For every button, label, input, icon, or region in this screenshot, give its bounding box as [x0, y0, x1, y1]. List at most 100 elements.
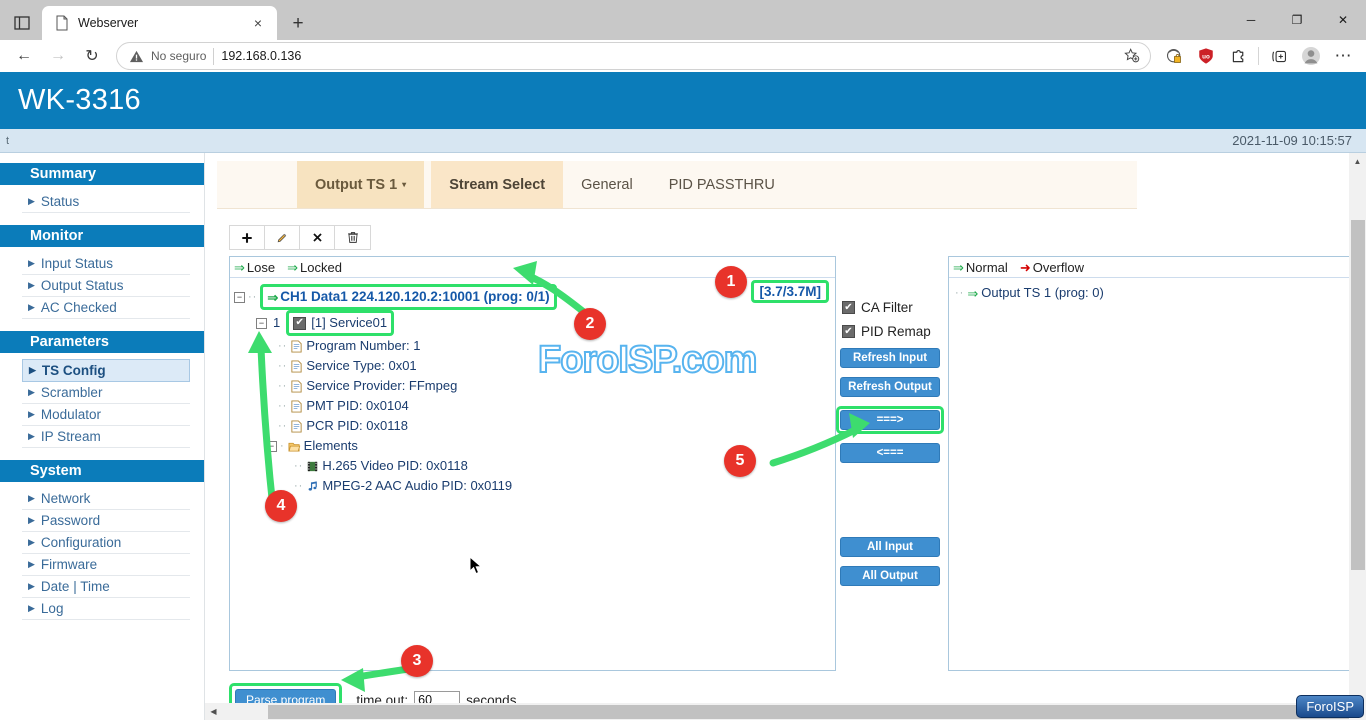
collapse-toggle-icon[interactable]: −: [234, 292, 245, 303]
collections-icon[interactable]: [1264, 41, 1294, 71]
sidebar-item-network[interactable]: ▶ Network: [22, 488, 190, 510]
legend-lose-label: Lose: [247, 260, 275, 275]
sidebar-group-title: System: [0, 460, 204, 482]
profile-avatar-icon[interactable]: [1296, 41, 1326, 71]
ca-filter-row[interactable]: ✔ CA Filter: [842, 300, 938, 315]
tab-search-icon[interactable]: [2, 6, 42, 40]
sidebar-item-ac-checked[interactable]: ▶ AC Checked: [22, 297, 190, 319]
sidebar-item-password[interactable]: ▶ Password: [22, 510, 190, 532]
browser-tab-webserver[interactable]: Webserver ×: [42, 6, 277, 40]
move-right-button[interactable]: ===>: [840, 410, 940, 430]
arrow-right-icon: ⇒: [953, 261, 964, 274]
caret-right-icon: ▶: [28, 432, 35, 441]
all-input-button[interactable]: All Input: [840, 537, 940, 557]
tab-output-ts-label: Output TS 1: [315, 177, 397, 193]
sidebar-item-configuration[interactable]: ▶ Configuration: [22, 532, 190, 554]
tree-row-detail: ·· PMT PID: 0x0104: [234, 396, 835, 416]
all-output-button[interactable]: All Output: [840, 566, 940, 586]
extensions-puzzle-icon[interactable]: [1223, 41, 1253, 71]
collapse-toggle-icon[interactable]: −: [256, 318, 267, 329]
legend-normal: ⇒ Normal: [953, 260, 1008, 275]
main-content: Output TS 1 ▾ Stream Select General PID …: [205, 153, 1366, 720]
edit-button[interactable]: [265, 226, 300, 249]
remove-button[interactable]: [300, 226, 335, 249]
sidebar-item-output-status[interactable]: ▶ Output Status: [22, 275, 190, 297]
service-index: 1: [273, 313, 280, 333]
element-label: H.265 Video PID: 0x0118: [322, 456, 468, 476]
more-settings-button[interactable]: ⋯: [1328, 41, 1358, 71]
caret-right-icon: ▶: [28, 560, 35, 569]
reload-button[interactable]: ↻: [76, 41, 108, 71]
window-maximize-button[interactable]: ❐: [1274, 0, 1320, 40]
tree-connector: ··: [278, 336, 287, 356]
window-minimize-button[interactable]: ─: [1228, 0, 1274, 40]
forward-button[interactable]: →: [42, 41, 74, 71]
sidebar-item-label: Firmware: [41, 557, 97, 572]
address-bar[interactable]: No seguro 192.168.0.136: [116, 42, 1151, 70]
sidebar-item-date-time[interactable]: ▶ Date | Time: [22, 576, 190, 598]
shield-lock-glyph: [1166, 48, 1183, 65]
channel-node-highlight[interactable]: ⇒ CH1 Data1 224.120.120.2:10001 (prog: 0…: [260, 284, 556, 310]
service-checkbox[interactable]: ✔: [293, 317, 306, 330]
chevron-down-icon: ▾: [402, 181, 406, 189]
refresh-input-button[interactable]: Refresh Input: [840, 348, 940, 368]
app-title: WK-3316: [18, 84, 141, 117]
tree-connector: ··: [278, 376, 287, 396]
service-node-highlight[interactable]: ✔ [1] Service01: [286, 310, 394, 336]
tab-stream-select[interactable]: Stream Select: [431, 161, 563, 208]
sidebar-group-parameters: Parameters ▶ TS Config ▶ Scrambler ▶ Mod…: [0, 331, 204, 448]
delete-button[interactable]: [335, 226, 370, 249]
sidebar-item-firmware[interactable]: ▶ Firmware: [22, 554, 190, 576]
sidebar-item-log[interactable]: ▶ Log: [22, 598, 190, 620]
move-right-highlight: ===>: [836, 406, 944, 434]
close-x-icon: [312, 232, 323, 243]
favorite-star-icon[interactable]: [1118, 43, 1146, 69]
plus-icon: [241, 232, 253, 244]
shield-lock-icon[interactable]: [1159, 41, 1189, 71]
tree-row-detail: ·· Service Provider: FFmpeg: [234, 376, 835, 396]
tab-general[interactable]: General: [563, 161, 651, 208]
subbar-text-fragment: t: [6, 135, 9, 147]
new-tab-button[interactable]: +: [283, 8, 313, 38]
detail-label: Program Number: 1: [306, 336, 420, 356]
page-vertical-scrollbar[interactable]: ▲: [1349, 153, 1366, 720]
vertical-scroll-thumb[interactable]: [1351, 220, 1365, 570]
tree-connector: ··: [248, 287, 257, 307]
tab-output-ts-selector[interactable]: Output TS 1 ▾: [297, 161, 424, 208]
back-button[interactable]: ←: [8, 41, 40, 71]
add-button[interactable]: [230, 226, 265, 249]
page-horizontal-scrollbar[interactable]: ◀: [205, 703, 1349, 720]
sidebar-item-scrambler[interactable]: ▶ Scrambler: [22, 382, 190, 404]
tree-connector: ··: [955, 283, 964, 303]
window-close-button[interactable]: ✕: [1320, 0, 1366, 40]
refresh-output-button[interactable]: Refresh Output: [840, 377, 940, 397]
sidebar-item-ip-stream[interactable]: ▶ IP Stream: [22, 426, 190, 448]
sidebar-item-modulator[interactable]: ▶ Modulator: [22, 404, 190, 426]
collapse-toggle-icon[interactable]: −: [266, 441, 277, 452]
tree-row-output-ts[interactable]: ·· ⇒ Output TS 1 (prog: 0): [955, 283, 1365, 303]
arrow-right-red-icon: ➜: [1020, 261, 1031, 274]
pid-remap-row[interactable]: ✔ PID Remap: [842, 324, 938, 339]
sidebar-item-ts-config[interactable]: ▶ TS Config: [22, 359, 190, 382]
pid-remap-checkbox[interactable]: ✔: [842, 325, 855, 338]
sidebar-item-label: Input Status: [41, 256, 113, 271]
output-node-label: Output TS 1 (prog: 0): [981, 283, 1104, 303]
sidebar-item-status[interactable]: ▶ Status: [22, 191, 190, 213]
detail-label: Service Type: 0x01: [306, 356, 416, 376]
horizontal-scroll-thumb[interactable]: [268, 705, 1349, 719]
scroll-up-arrow-icon[interactable]: ▲: [1349, 153, 1366, 170]
move-left-button[interactable]: <===: [840, 443, 940, 463]
sidebar-item-input-status[interactable]: ▶ Input Status: [22, 253, 190, 275]
scroll-left-arrow-icon[interactable]: ◀: [205, 703, 222, 720]
sidebar-item-label: Network: [41, 491, 91, 506]
ublock-origin-icon[interactable]: uo: [1191, 41, 1221, 71]
system-datetime: 2021-11-09 10:15:57: [1232, 133, 1352, 148]
tree-row-service[interactable]: − 1 ✔ [1] Service01: [234, 310, 835, 336]
tab-title: Webserver: [78, 16, 239, 30]
url-text[interactable]: 192.168.0.136: [221, 49, 1111, 63]
pencil-icon: [276, 232, 288, 244]
arrow-right-icon: ⇒: [967, 287, 978, 300]
tab-close-icon[interactable]: ×: [247, 12, 269, 34]
tab-pid-passthru[interactable]: PID PASSTHRU: [651, 161, 793, 208]
ca-filter-checkbox[interactable]: ✔: [842, 301, 855, 314]
